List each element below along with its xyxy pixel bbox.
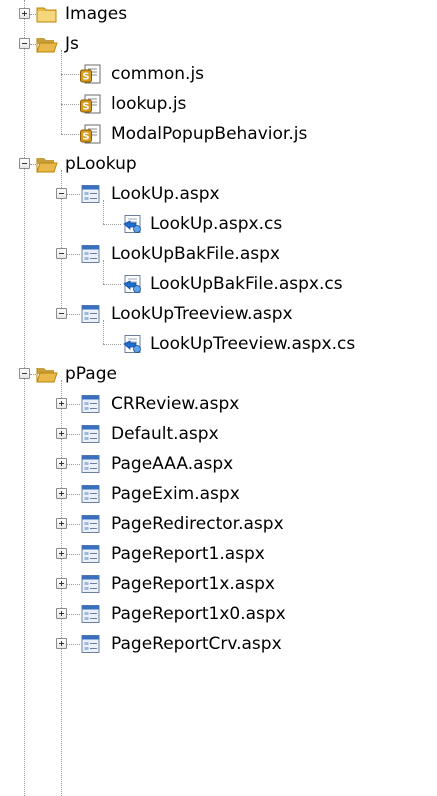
expand-icon[interactable] xyxy=(56,488,67,499)
expand-icon[interactable] xyxy=(56,458,67,469)
tree-node-images[interactable]: Images xyxy=(0,0,437,29)
cs-file-icon xyxy=(122,334,144,354)
expand-icon[interactable] xyxy=(56,428,67,439)
tree-node-lookuptreeview-aspx[interactable]: LookUpTreeview.aspx xyxy=(0,299,437,329)
expand-icon[interactable] xyxy=(56,398,67,409)
folder-open-icon xyxy=(36,154,58,174)
tree-node-label: Default.aspx xyxy=(111,424,219,444)
js-file-icon: S xyxy=(80,124,102,144)
tree-node-label: LookUpBakFile.aspx.cs xyxy=(150,274,343,294)
js-file-icon: S xyxy=(80,94,102,114)
aspx-file-icon xyxy=(80,394,102,414)
tree-node-label: ModalPopupBehavior.js xyxy=(111,124,308,144)
aspx-file-icon xyxy=(80,454,102,474)
aspx-file-icon xyxy=(80,484,102,504)
tree-node-label: common.js xyxy=(111,64,205,84)
tree-node-pageaaa-aspx[interactable]: PageAAA.aspx xyxy=(0,449,437,479)
collapse-icon[interactable] xyxy=(56,308,67,319)
svg-text:S: S xyxy=(82,102,89,113)
folder-open-icon xyxy=(36,364,58,384)
collapse-icon[interactable] xyxy=(19,158,30,169)
tree-node-label: PageReport1.aspx xyxy=(111,544,265,564)
collapse-icon[interactable] xyxy=(19,38,30,49)
tree-node-label: PageExim.aspx xyxy=(111,484,240,504)
tree-node-js[interactable]: Js xyxy=(0,29,437,59)
aspx-file-icon xyxy=(80,244,102,264)
tree-node-modalpopupbehavior-js[interactable]: S ModalPopupBehavior.js xyxy=(0,119,437,149)
tree-node-label: CRReview.aspx xyxy=(111,394,240,414)
collapse-icon[interactable] xyxy=(56,248,67,259)
expand-icon[interactable] xyxy=(56,548,67,559)
collapse-icon[interactable] xyxy=(56,188,67,199)
tree-node-label: PageReport1x0.aspx xyxy=(111,604,286,624)
tree-node-label: lookup.js xyxy=(111,94,187,114)
tree-node-label: Js xyxy=(65,34,79,54)
tree-node-pageredirector-aspx[interactable]: PageRedirector.aspx xyxy=(0,509,437,539)
tree-node-label: PageAAA.aspx xyxy=(111,454,234,474)
tree-node-lookuptreeview-aspx-cs[interactable]: LookUpTreeview.aspx.cs xyxy=(0,329,437,359)
tree-node-lookupbakfile-aspx-cs[interactable]: LookUpBakFile.aspx.cs xyxy=(0,269,437,299)
collapse-icon[interactable] xyxy=(19,368,30,379)
tree-node-crreview-aspx[interactable]: CRReview.aspx xyxy=(0,389,437,419)
tree-node-label: LookUpTreeview.aspx.cs xyxy=(150,334,356,354)
tree-node-common-js[interactable]: Scommon.js xyxy=(0,59,437,89)
tree-node-label: Images xyxy=(65,4,128,24)
tree-node-pagereport1x0-aspx[interactable]: PageReport1x0.aspx xyxy=(0,599,437,629)
aspx-file-icon xyxy=(80,304,102,324)
tree-node-label: PageReport1x.aspx xyxy=(111,574,275,594)
folder-open-icon xyxy=(36,34,58,54)
aspx-file-icon xyxy=(80,634,102,654)
tree-node-lookup-aspx[interactable]: LookUp.aspx xyxy=(0,179,437,209)
tree-node-label: LookUp.aspx xyxy=(111,184,220,204)
tree-node-plookup[interactable]: pLookup xyxy=(0,149,437,179)
tree-node-label: pPage xyxy=(65,364,117,384)
tree-node-default-aspx[interactable]: Default.aspx xyxy=(0,419,437,449)
tree-node-pagereport1x-aspx[interactable]: PageReport1x.aspx xyxy=(0,569,437,599)
expand-icon[interactable] xyxy=(56,578,67,589)
tree-node-lookup-aspx-cs[interactable]: LookUp.aspx.cs xyxy=(0,209,437,239)
cs-file-icon xyxy=(122,274,144,294)
tree-node-pageexim-aspx[interactable]: PageExim.aspx xyxy=(0,479,437,509)
tree-node-lookup-js[interactable]: Slookup.js xyxy=(0,89,437,119)
tree-node-label: LookUp.aspx.cs xyxy=(150,214,283,234)
svg-text:S: S xyxy=(82,132,89,143)
solution-explorer-tree: Images Js Scommon.js Slookup.js S ModalPo… xyxy=(0,0,437,796)
expand-icon[interactable] xyxy=(56,608,67,619)
aspx-file-icon xyxy=(80,514,102,534)
expand-icon[interactable] xyxy=(56,638,67,649)
aspx-file-icon xyxy=(80,604,102,624)
aspx-file-icon xyxy=(80,184,102,204)
aspx-file-icon xyxy=(80,424,102,444)
svg-text:S: S xyxy=(82,72,89,83)
tree-node-pagereportcrv-aspx[interactable]: PageReportCrv.aspx xyxy=(0,629,437,659)
tree-node-ppage[interactable]: pPage xyxy=(0,359,437,389)
expand-icon[interactable] xyxy=(56,518,67,529)
tree-node-label: LookUpTreeview.aspx xyxy=(111,304,293,324)
js-file-icon: S xyxy=(80,64,102,84)
folder-closed-icon xyxy=(36,4,58,24)
tree-node-label: pLookup xyxy=(65,154,137,174)
tree-node-label: PageRedirector.aspx xyxy=(111,514,284,534)
tree-node-lookupbakfile-aspx[interactable]: LookUpBakFile.aspx xyxy=(0,239,437,269)
tree-node-label: LookUpBakFile.aspx xyxy=(111,244,280,264)
cs-file-icon xyxy=(122,214,144,234)
tree-node-label: PageReportCrv.aspx xyxy=(111,634,282,654)
tree-node-pagereport1-aspx[interactable]: PageReport1.aspx xyxy=(0,539,437,569)
aspx-file-icon xyxy=(80,574,102,594)
aspx-file-icon xyxy=(80,544,102,564)
expand-icon[interactable] xyxy=(19,8,30,19)
